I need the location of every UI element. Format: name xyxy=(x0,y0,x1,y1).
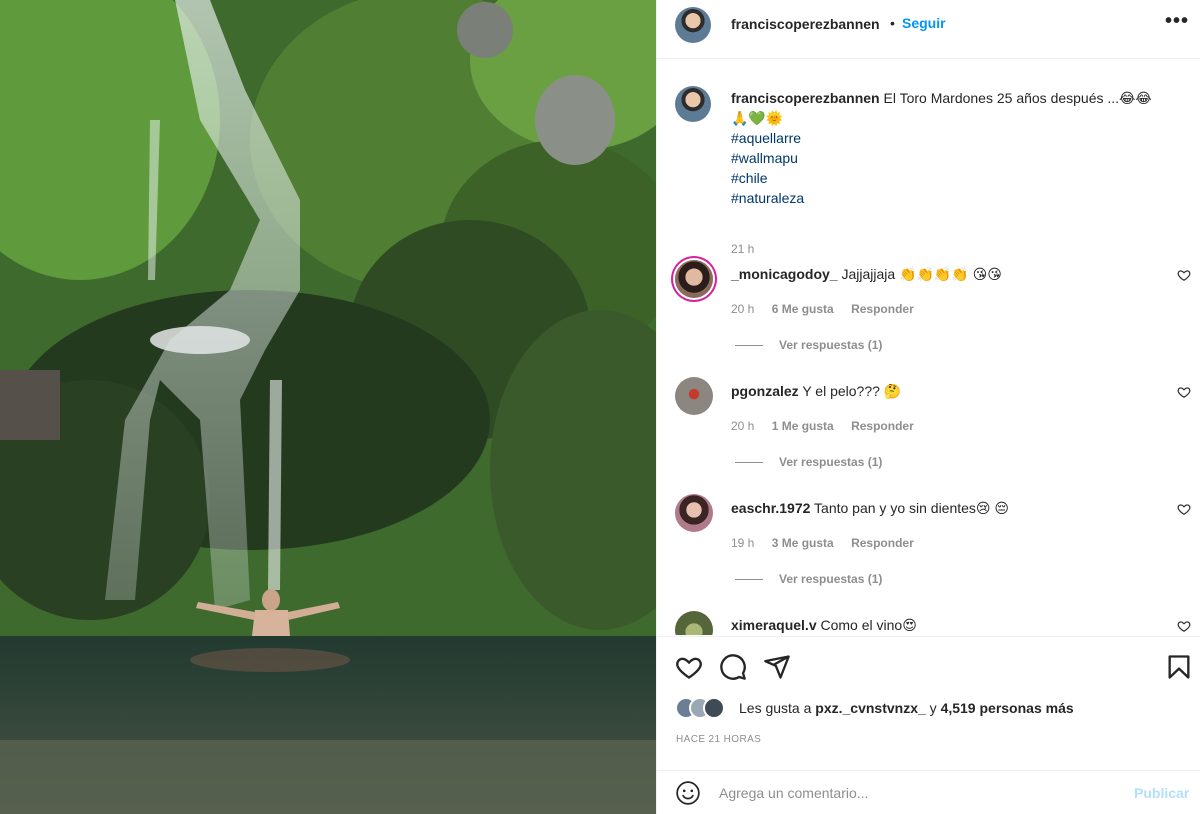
post-photo[interactable] xyxy=(0,0,656,814)
comment-text: Tanto pan y yo sin dientes😢 😔 xyxy=(814,500,1010,516)
caption-emojis: 🙏💚🌞 xyxy=(731,110,784,126)
likes-count[interactable]: 4,519 personas más xyxy=(941,700,1074,716)
comment-item: easchr.1972 Tanto pan y yo sin dientes😢 … xyxy=(657,494,1200,610)
hashtag-link[interactable]: #naturaleza xyxy=(731,188,1181,208)
comment-item: pgonzalez Y el pelo??? 🤔 20 h 1 Me gusta… xyxy=(657,377,1200,493)
emoji-icon[interactable] xyxy=(675,780,701,806)
comment-text-block: ximeraquel.v Como el vino😍 xyxy=(731,616,1151,634)
replies-divider xyxy=(735,579,763,581)
caption-text-block: franciscoperezbannen El Toro Mardones 25… xyxy=(731,88,1181,208)
comment-text: Como el vino😍 xyxy=(820,617,917,633)
commenter-avatar[interactable] xyxy=(675,611,713,635)
comments-list[interactable]: franciscoperezbannen El Toro Mardones 25… xyxy=(657,60,1200,635)
view-replies-button[interactable]: Ver respuestas (1) xyxy=(735,572,882,586)
author-avatar[interactable] xyxy=(675,7,711,43)
publish-button[interactable]: Publicar xyxy=(1134,785,1189,801)
likes-user[interactable]: pxz._cvnstvnzx_ xyxy=(815,700,926,716)
add-comment-bar: Publicar xyxy=(657,770,1200,814)
comment-input[interactable] xyxy=(719,779,1119,807)
bookmark-icon[interactable] xyxy=(1165,653,1193,681)
comment-time[interactable]: 19 h xyxy=(731,536,754,550)
reply-button[interactable]: Responder xyxy=(851,302,914,316)
comment-like-heart-icon[interactable] xyxy=(1177,619,1191,633)
share-icon[interactable] xyxy=(763,653,791,681)
commenter-avatar[interactable] xyxy=(675,377,713,415)
liker-avatar[interactable] xyxy=(703,697,725,719)
follow-button[interactable]: Seguir xyxy=(902,15,946,31)
likes-text: Les gusta a pxz._cvnstvnzx_ y 4,519 pers… xyxy=(739,700,1074,716)
separator-dot: • xyxy=(890,15,895,31)
caption-text: El Toro Mardones 25 años después ...😂😂 xyxy=(883,90,1152,106)
comment-like-heart-icon[interactable] xyxy=(1177,268,1191,282)
reply-button[interactable]: Responder xyxy=(851,419,914,433)
likes-conj: y xyxy=(929,700,937,716)
view-replies-label: Ver respuestas (1) xyxy=(779,455,883,469)
comment-like-heart-icon[interactable] xyxy=(1177,385,1191,399)
replies-divider xyxy=(735,462,763,464)
caption-time[interactable]: 21 h xyxy=(731,242,754,256)
hashtag-link[interactable]: #wallmapu xyxy=(731,148,1181,168)
replies-divider xyxy=(735,345,763,347)
reply-button[interactable]: Responder xyxy=(851,536,914,550)
comment-likes[interactable]: 1 Me gusta xyxy=(772,419,834,433)
post-sidebar: franciscoperezbannen • Seguir ••• franci… xyxy=(656,0,1200,814)
post-actions: Les gusta a pxz._cvnstvnzx_ y 4,519 pers… xyxy=(657,636,1200,814)
comment-time[interactable]: 20 h xyxy=(731,302,754,316)
comment-likes[interactable]: 6 Me gusta xyxy=(772,302,834,316)
comment-meta: 19 h 3 Me gusta Responder xyxy=(731,536,928,550)
comment-text: Jajjajjaja 👏👏👏👏 😘😘 xyxy=(841,266,1002,282)
commenter-avatar[interactable] xyxy=(675,494,713,532)
commenter-username[interactable]: _monicagodoy_ xyxy=(731,266,838,282)
view-replies-label: Ver respuestas (1) xyxy=(779,572,883,586)
comment-meta: 20 h 6 Me gusta Responder xyxy=(731,302,928,316)
caption-avatar[interactable] xyxy=(675,86,711,122)
comment-text-block: _monicagodoy_ Jajjajjaja 👏👏👏👏 😘😘 xyxy=(731,265,1151,283)
comment-like-heart-icon[interactable] xyxy=(1177,502,1191,516)
view-replies-label: Ver respuestas (1) xyxy=(779,338,883,352)
comment-text-block: pgonzalez Y el pelo??? 🤔 xyxy=(731,382,1151,400)
hashtag-link[interactable]: #chile xyxy=(731,168,1181,188)
post-timestamp[interactable]: HACE 21 HORAS xyxy=(676,734,761,745)
likes-prefix: Les gusta a xyxy=(739,700,812,716)
more-options-icon[interactable]: ••• xyxy=(1165,10,1189,33)
view-replies-button[interactable]: Ver respuestas (1) xyxy=(735,455,882,469)
hashtag-link[interactable]: #aquellarre xyxy=(731,128,1181,148)
comment-likes[interactable]: 3 Me gusta xyxy=(772,536,834,550)
waterfall-scene xyxy=(0,0,656,814)
comment-meta: 20 h 1 Me gusta Responder xyxy=(731,419,928,433)
comment-item: ximeraquel.v Como el vino😍 xyxy=(657,611,1200,635)
comment-icon[interactable] xyxy=(719,653,747,681)
commenter-avatar[interactable] xyxy=(675,260,713,298)
commenter-username[interactable]: easchr.1972 xyxy=(731,500,810,516)
view-replies-button[interactable]: Ver respuestas (1) xyxy=(735,338,882,352)
heart-icon[interactable] xyxy=(675,653,703,681)
comment-item: _monicagodoy_ Jajjajjaja 👏👏👏👏 😘😘 20 h 6 … xyxy=(657,260,1200,376)
commenter-username[interactable]: pgonzalez xyxy=(731,383,799,399)
comment-text: Y el pelo??? 🤔 xyxy=(802,383,902,399)
author-username[interactable]: franciscoperezbannen xyxy=(731,16,880,32)
post-header: franciscoperezbannen • Seguir ••• xyxy=(657,0,1200,59)
commenter-username[interactable]: ximeraquel.v xyxy=(731,617,817,633)
comment-time[interactable]: 20 h xyxy=(731,419,754,433)
caption-username[interactable]: franciscoperezbannen xyxy=(731,90,880,106)
comment-text-block: easchr.1972 Tanto pan y yo sin dientes😢 … xyxy=(731,499,1151,517)
